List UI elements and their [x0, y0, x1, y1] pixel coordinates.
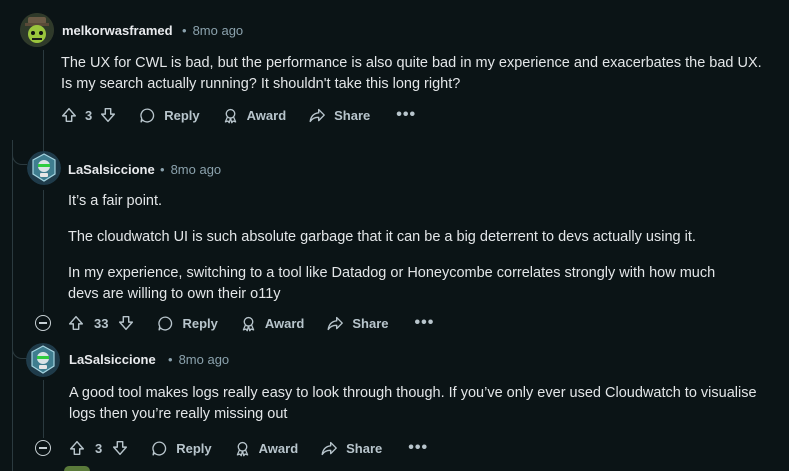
vote-controls: 3 [68, 439, 129, 457]
vote-controls: 33 [67, 314, 135, 332]
award-label: Award [264, 315, 305, 331]
comment-paragraph: It’s a fair point. [68, 193, 163, 209]
avatar[interactable] [20, 13, 54, 47]
arrow-up-icon[interactable] [60, 106, 78, 124]
comment-author[interactable]: LaSalsiccione [68, 162, 155, 177]
reply-label: Reply [176, 440, 212, 456]
arrow-down-icon[interactable] [99, 106, 117, 124]
avatar[interactable] [64, 466, 90, 471]
arrow-down-icon[interactable] [117, 314, 135, 332]
thread-line [43, 50, 44, 155]
award-ribbon-icon [236, 441, 248, 456]
reply-button[interactable]: Reply [139, 107, 200, 124]
vote-count: 33 [94, 315, 109, 331]
share-label: Share [352, 315, 389, 331]
comment-author[interactable]: LaSalsiccione [69, 352, 156, 367]
avatar[interactable] [27, 151, 61, 185]
avatar-icon [26, 343, 60, 377]
vote-count: 3 [95, 440, 103, 456]
award-ribbon-icon [224, 108, 236, 123]
comment-timestamp: • 8mo ago [182, 23, 244, 38]
arrow-down-icon[interactable] [111, 439, 129, 457]
thread-line [43, 380, 44, 438]
avatar-icon [20, 13, 54, 47]
comment-author[interactable]: melkorwasframed [62, 23, 173, 38]
award-button[interactable]: Award [234, 440, 299, 457]
comment-timestamp: • 8mo ago [168, 352, 230, 367]
speech-bubble-icon [140, 107, 155, 123]
award-button[interactable]: Award [240, 315, 305, 332]
reply-label: Reply [164, 107, 200, 123]
share-arrow-icon [309, 108, 326, 122]
speech-bubble-icon [158, 315, 173, 331]
share-label: Share [334, 107, 371, 123]
thread-elbow [12, 148, 27, 165]
more-options-button[interactable]: ••• [408, 440, 428, 456]
share-button[interactable]: Share [320, 440, 382, 457]
more-options-button[interactable]: ••• [396, 107, 416, 123]
thread-line [43, 190, 44, 312]
avatar[interactable] [26, 343, 60, 377]
thread-elbow [12, 340, 27, 359]
arrow-up-icon[interactable] [67, 314, 85, 332]
share-arrow-icon [327, 316, 344, 330]
minus-circle-icon[interactable] [35, 440, 51, 456]
comment-paragraph: The cloudwatch UI is such absolute garba… [68, 229, 696, 245]
minus-circle-icon[interactable] [35, 315, 51, 331]
vote-count: 3 [85, 107, 93, 123]
reply-label: Reply [182, 315, 218, 331]
avatar-icon [27, 151, 61, 185]
comment-actions: 33 Reply Award Share ••• [67, 310, 434, 336]
arrow-up-icon[interactable] [68, 439, 86, 457]
share-arrow-icon [321, 441, 338, 455]
comment-body: A good tool makes logs really easy to lo… [69, 385, 757, 422]
award-label: Award [246, 107, 287, 123]
share-button[interactable]: Share [326, 315, 389, 332]
comment-timestamp: • 8mo ago [160, 162, 222, 177]
share-label: Share [346, 440, 383, 456]
award-label: Award [258, 440, 299, 456]
reply-button[interactable]: Reply [157, 315, 218, 332]
comment-body: The UX for CWL is bad, but the performan… [61, 55, 762, 92]
comment-actions: 3 Reply Award Share ••• [60, 102, 416, 128]
share-button[interactable]: Share [308, 107, 370, 124]
thread-line [12, 140, 13, 471]
more-options-button[interactable]: ••• [415, 315, 435, 331]
comment-paragraph: In my experience, switching to a tool li… [68, 265, 716, 302]
reply-button[interactable]: Reply [151, 440, 212, 457]
award-ribbon-icon [242, 316, 255, 331]
award-button[interactable]: Award [222, 107, 287, 124]
speech-bubble-icon [152, 440, 167, 456]
comment-actions: 3 Reply Award Share ••• [68, 435, 428, 461]
vote-controls: 3 [60, 106, 117, 124]
